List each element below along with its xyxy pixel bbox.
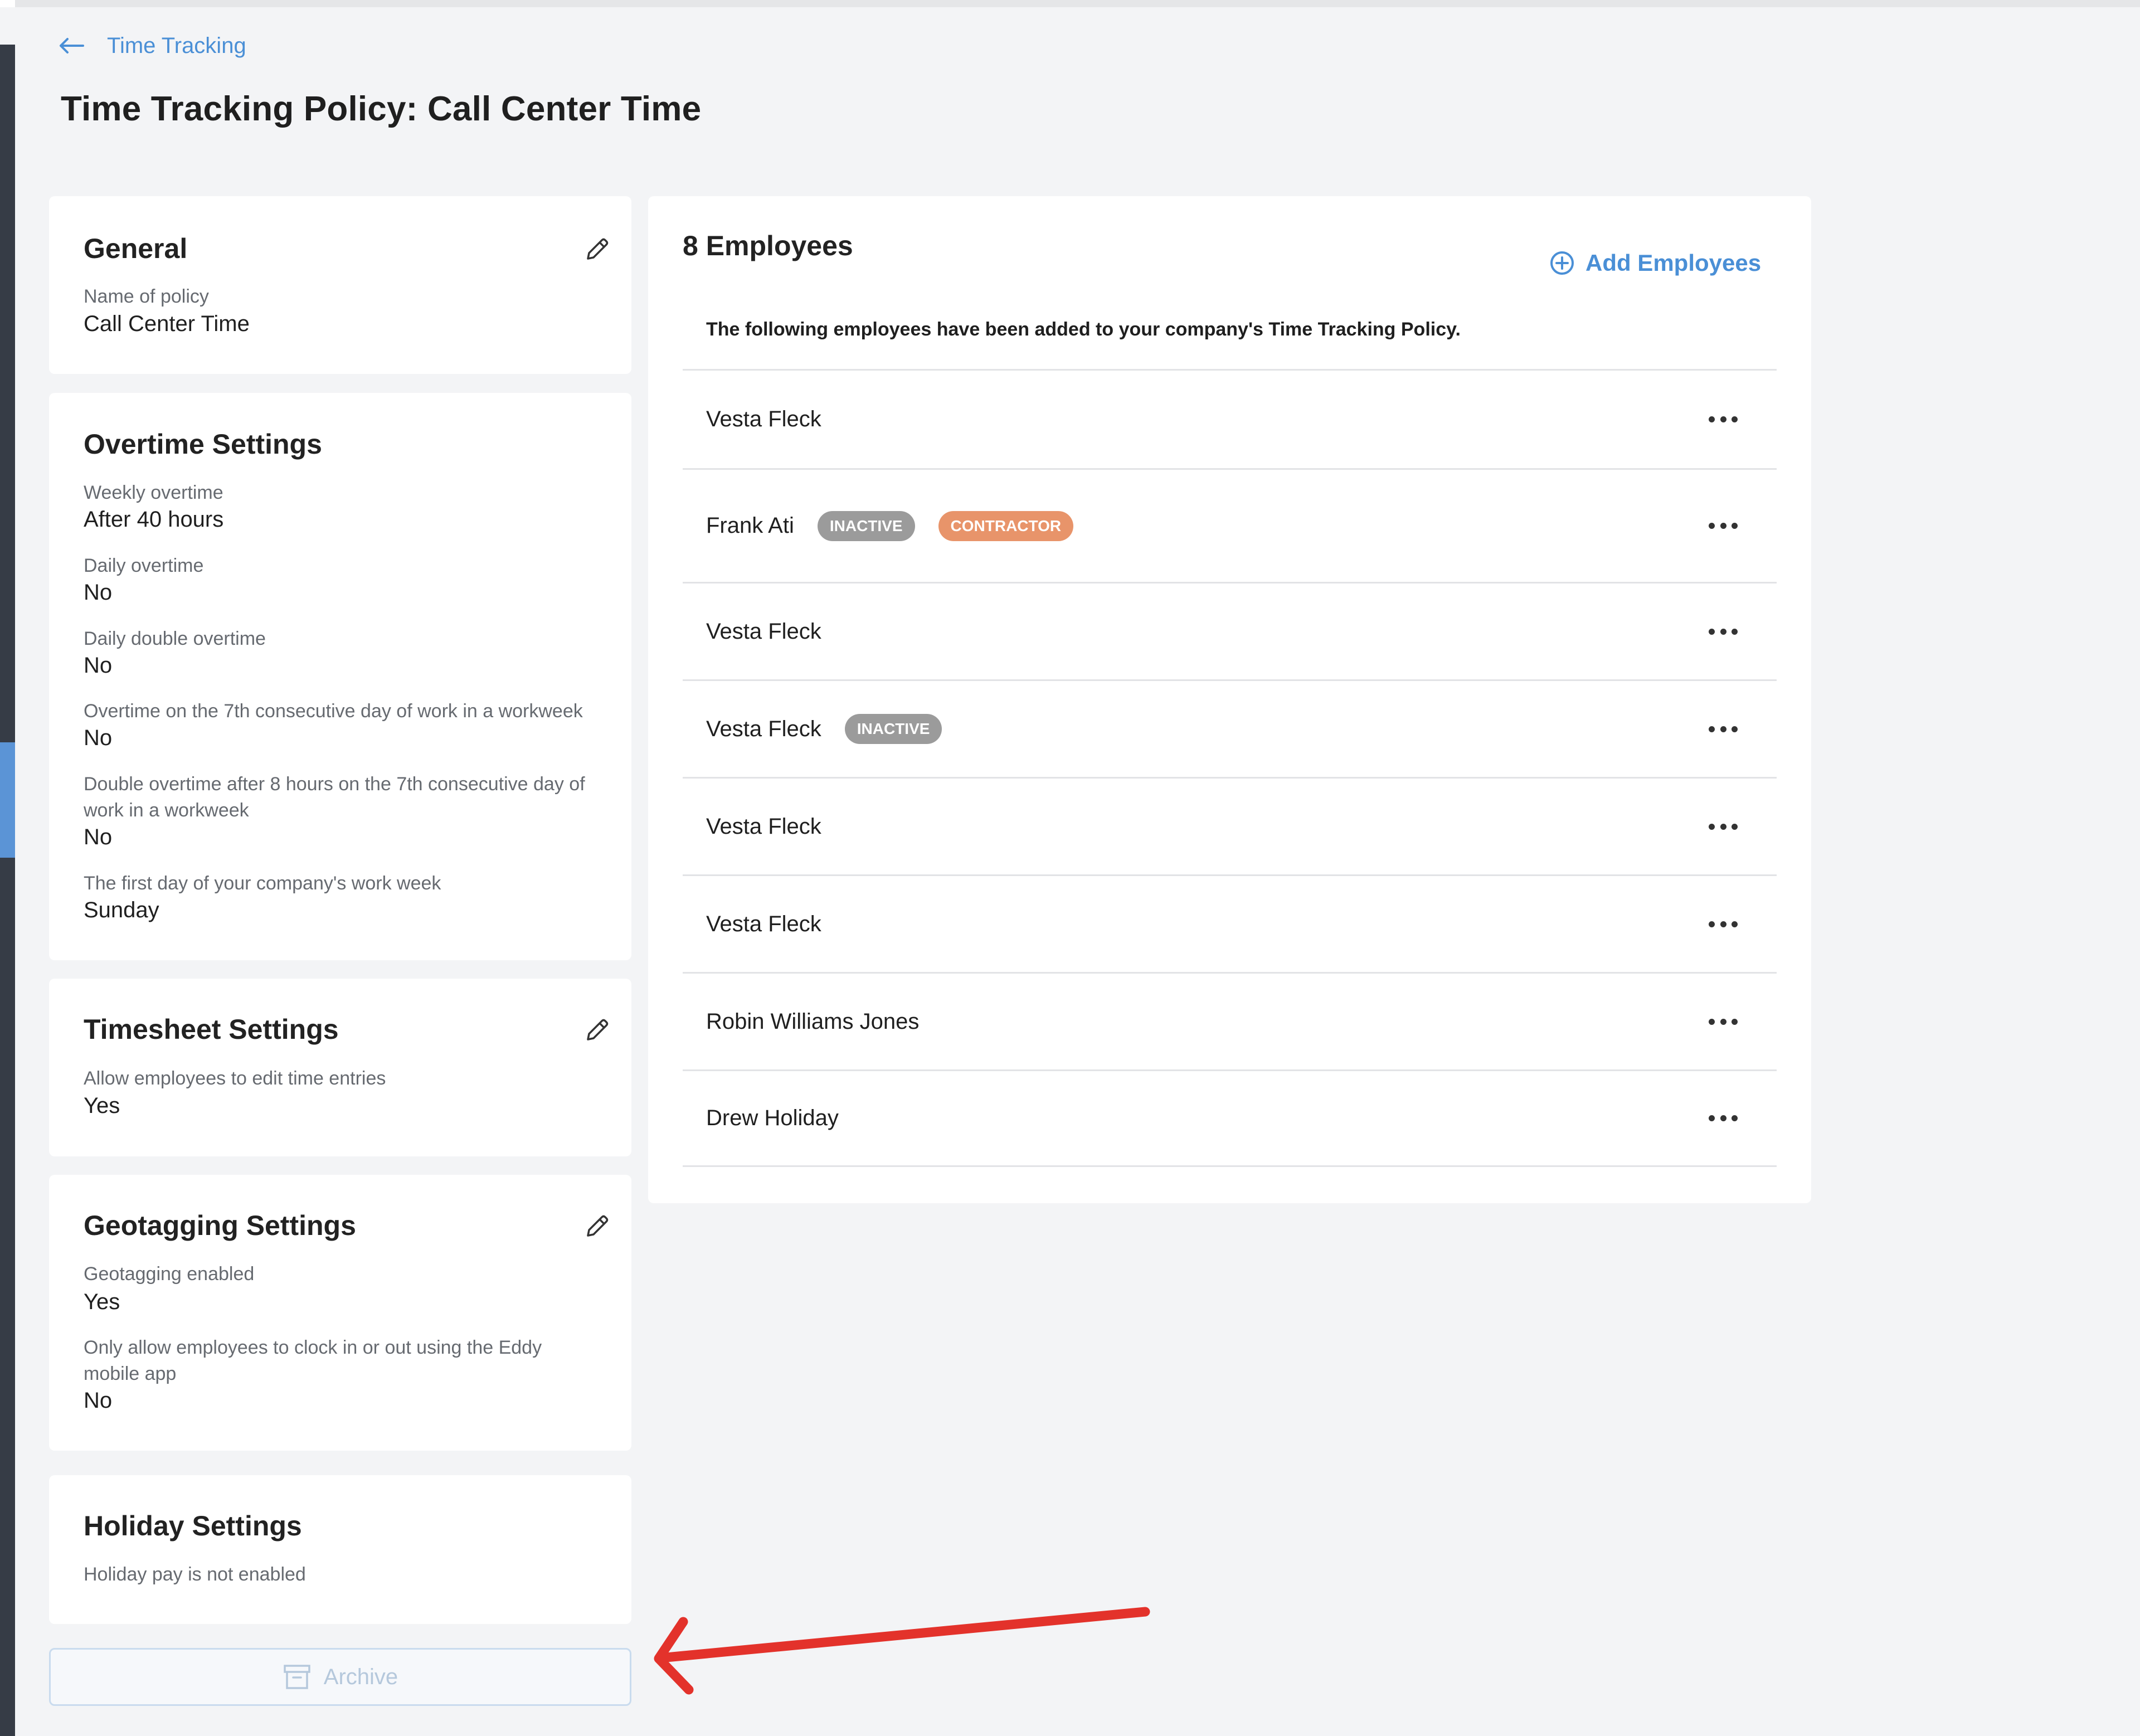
back-link-label: Time Tracking [107, 33, 246, 58]
first-day-of-week-value: Sunday [84, 898, 159, 922]
archive-label: Archive [323, 1664, 398, 1689]
geotagging-enabled-label: Geotagging enabled [84, 1263, 255, 1285]
employees-description: The following employees have been added … [706, 319, 1461, 340]
seventh-day-overtime-label: Overtime on the 7th consecutive day of w… [84, 701, 583, 722]
employees-count-title: 8 Employees [683, 230, 853, 261]
geotagging-title: Geotagging Settings [84, 1210, 356, 1241]
geotagging-card: Geotagging Settings Geotagging enabled Y… [49, 1175, 631, 1451]
more-options-icon[interactable] [1709, 723, 1738, 735]
arrow-left-icon [60, 38, 84, 54]
timesheet-title: Timesheet Settings [84, 1014, 339, 1045]
overtime-title: Overtime Settings [84, 429, 322, 460]
mobile-only-value: No [84, 1388, 113, 1413]
add-employees-button[interactable]: Add Employees [1549, 246, 1761, 280]
top-strip [0, 0, 2140, 7]
mobile-only-label: Only allow employees to clock in or out … [84, 1335, 542, 1387]
employee-name[interactable]: Robin Williams Jones [706, 1009, 919, 1034]
overtime-card: Overtime Settings Weekly overtime After … [49, 393, 631, 960]
employee-row: Robin Williams Jones [683, 972, 1777, 1069]
seventh-day-overtime-value: No [84, 726, 113, 750]
add-employees-label: Add Employees [1585, 250, 1762, 276]
more-options-icon[interactable] [1709, 918, 1738, 930]
seventh-day-double-overtime-label: Double overtime after 8 hours on the 7th… [84, 771, 585, 824]
edit-entries-value: Yes [84, 1093, 120, 1118]
label-line-2: work in a workweek [84, 800, 249, 821]
edit-entries-label: Allow employees to edit time entries [84, 1068, 386, 1089]
inactive-badge: INACTIVE [817, 510, 915, 541]
policy-name-value: Call Center Time [84, 312, 250, 336]
sidebar-active-indicator [0, 742, 15, 858]
page-title: Time Tracking Policy: Call Center Time [61, 90, 702, 128]
pencil-icon[interactable] [583, 1016, 611, 1044]
geotagging-enabled-value: Yes [84, 1290, 120, 1314]
more-options-icon[interactable] [1709, 414, 1738, 425]
employee-row: Vesta Fleck [683, 369, 1777, 468]
employee-name[interactable]: Vesta Fleck [706, 619, 821, 644]
employee-name[interactable]: Vesta Fleck [706, 814, 821, 839]
employee-row: Drew Holiday [683, 1069, 1777, 1167]
annotation-arrow-icon [654, 1607, 1150, 1695]
label-line-2: mobile app [84, 1363, 177, 1384]
plus-circle-icon [1550, 251, 1574, 275]
weekly-overtime-label: Weekly overtime [84, 482, 223, 503]
general-card: General Name of policy Call Center Time [49, 196, 631, 374]
label-line-1: Only allow employees to clock in or out … [84, 1337, 542, 1358]
label-line-1: Double overtime after 8 hours on the 7th… [84, 774, 585, 795]
archive-box-icon [284, 1665, 310, 1689]
employee-row: Vesta Fleck [683, 777, 1777, 874]
first-day-of-week-label: The first day of your company's work wee… [84, 873, 441, 894]
employees-card: 8 Employees Add Employees The following … [648, 196, 1811, 1203]
left-sidebar [0, 45, 15, 1736]
back-link-time-tracking[interactable]: Time Tracking [59, 29, 246, 62]
employee-name[interactable]: Vesta Fleck [706, 717, 821, 742]
seventh-day-double-overtime-value: No [84, 825, 113, 849]
daily-overtime-label: Daily overtime [84, 555, 204, 576]
pencil-icon[interactable] [583, 1212, 611, 1240]
employee-row: Frank Ati INACTIVE CONTRACTOR [683, 468, 1777, 582]
holiday-note: Holiday pay is not enabled [84, 1564, 306, 1585]
general-title: General [84, 233, 188, 264]
pencil-icon[interactable] [583, 235, 611, 263]
daily-overtime-value: No [84, 580, 113, 605]
timesheet-card: Timesheet Settings Allow employees to ed… [49, 979, 631, 1156]
holiday-card: Holiday Settings Holiday pay is not enab… [49, 1475, 631, 1624]
more-options-icon[interactable] [1709, 1016, 1738, 1027]
employee-row: Vesta Fleck [683, 582, 1777, 679]
more-options-icon[interactable] [1709, 821, 1738, 832]
daily-double-overtime-label: Daily double overtime [84, 628, 266, 649]
more-options-icon[interactable] [1709, 1113, 1738, 1124]
contractor-badge: CONTRACTOR [938, 510, 1074, 541]
employee-name[interactable]: Vesta Fleck [706, 912, 821, 937]
employee-row: Vesta Fleck INACTIVE [683, 679, 1777, 777]
policy-name-label: Name of policy [84, 286, 209, 307]
employee-name[interactable]: Vesta Fleck [706, 407, 821, 432]
weekly-overtime-value: After 40 hours [84, 507, 224, 532]
daily-double-overtime-value: No [84, 653, 113, 678]
more-options-icon[interactable] [1709, 626, 1738, 637]
holiday-title: Holiday Settings [84, 1510, 302, 1542]
more-options-icon[interactable] [1709, 521, 1738, 532]
employee-row: Vesta Fleck [683, 874, 1777, 972]
inactive-badge: INACTIVE [844, 714, 942, 744]
employee-name[interactable]: Frank Ati [706, 513, 794, 538]
employee-name[interactable]: Drew Holiday [706, 1106, 839, 1131]
archive-button[interactable]: Archive [49, 1648, 631, 1706]
